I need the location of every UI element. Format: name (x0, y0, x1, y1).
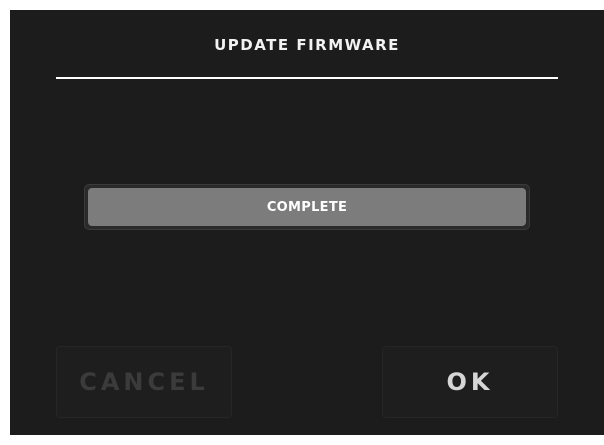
update-firmware-dialog: UPDATE FIRMWARE COMPLETE CANCEL OK (10, 10, 604, 435)
dialog-title: UPDATE FIRMWARE (214, 36, 400, 54)
cancel-button[interactable]: CANCEL (56, 346, 232, 418)
progress-status-label: COMPLETE (266, 199, 348, 215)
progress-bar-fill: COMPLETE (88, 188, 526, 226)
progress-bar: COMPLETE (84, 184, 530, 230)
ok-button[interactable]: OK (382, 346, 558, 418)
title-divider (56, 77, 558, 79)
